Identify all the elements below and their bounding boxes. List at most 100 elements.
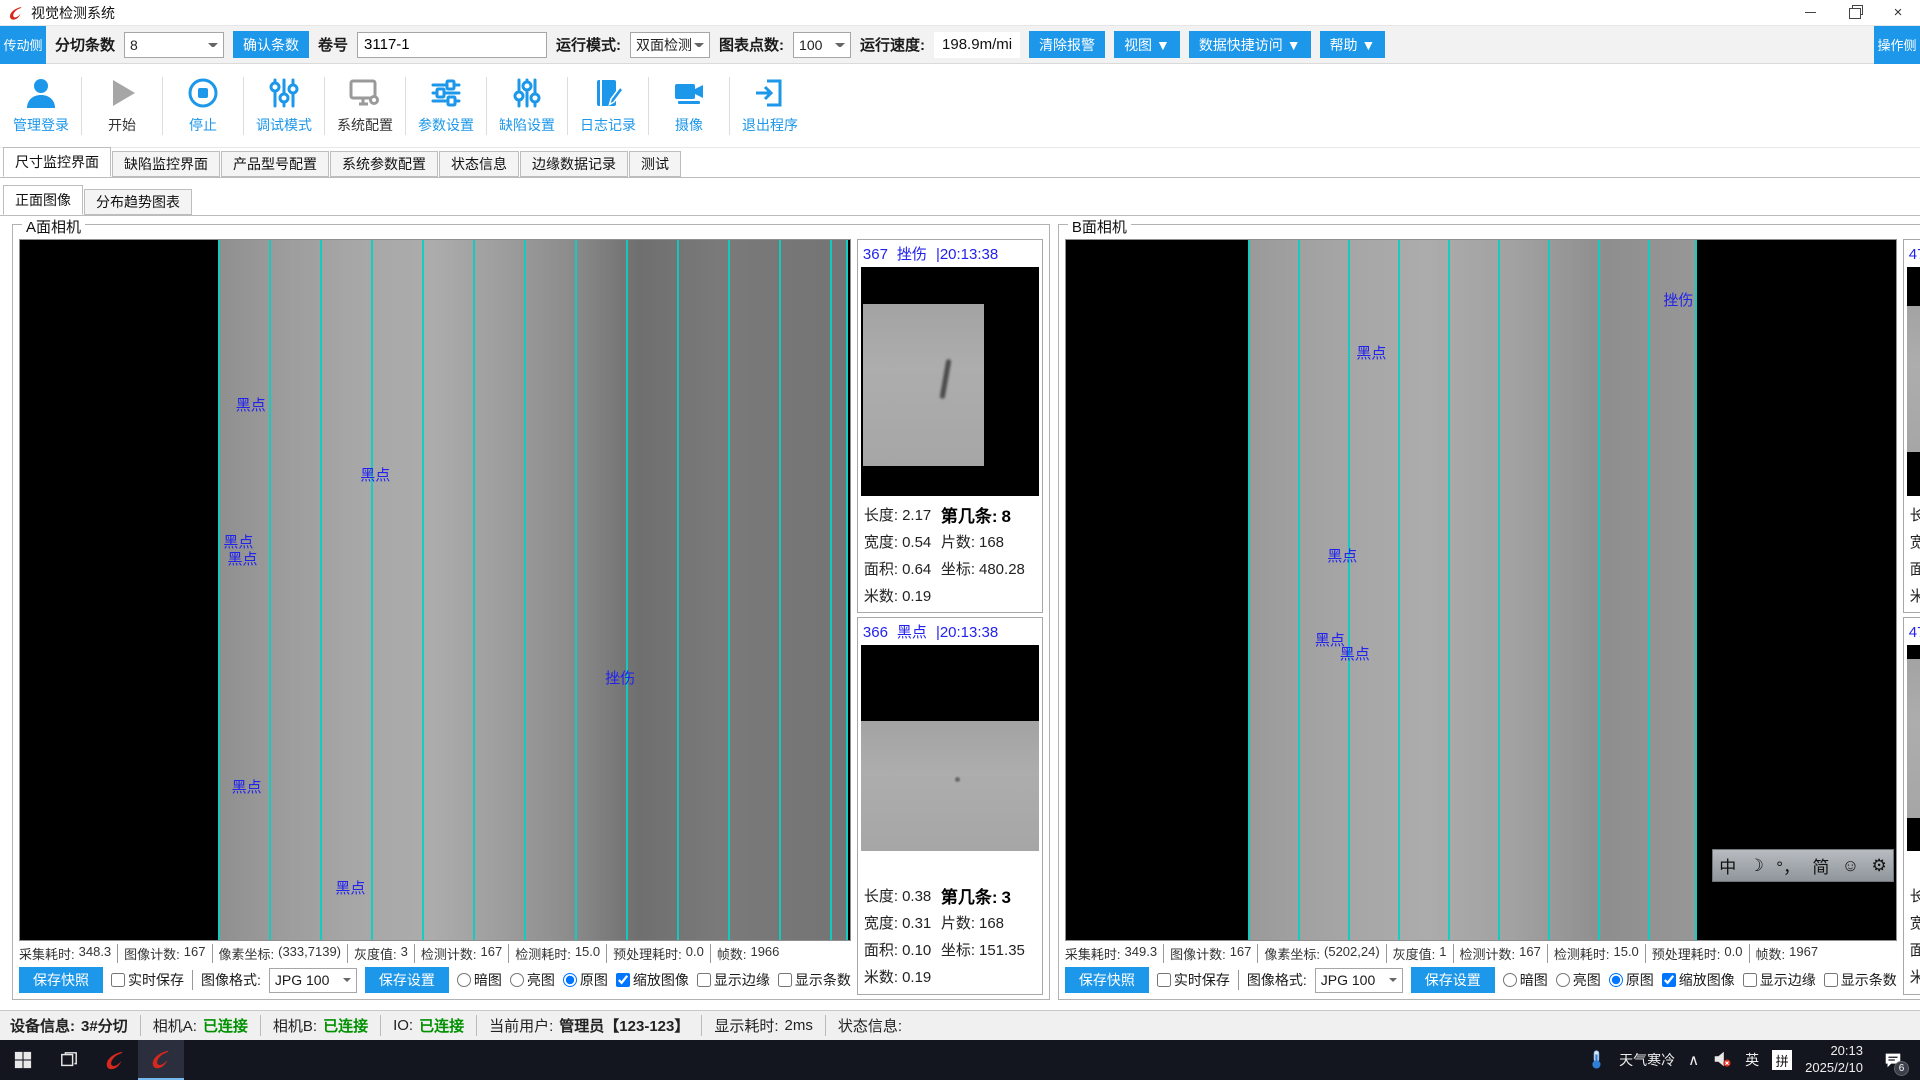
action-center-button[interactable]: 6 xyxy=(1876,1040,1910,1080)
original-image-radio[interactable]: 原图 xyxy=(1609,970,1654,990)
camera-a-stats: 采集耗时:348.3图像计数:167像素坐标:(333,7139)灰度值:3检测… xyxy=(19,943,851,963)
ime-item[interactable]: ⚙ xyxy=(1871,856,1886,876)
app-logo-icon[interactable] xyxy=(138,1040,184,1080)
tab-系统参数配置[interactable]: 系统参数配置 xyxy=(330,151,438,177)
volume-muted-icon[interactable] xyxy=(1712,1049,1732,1072)
zoom-image-checkbox[interactable]: 缩放图像 xyxy=(1662,970,1735,990)
field-label: 米数: xyxy=(1910,969,1920,986)
play-icon xyxy=(105,76,139,110)
ribbon-log-button[interactable]: 日志记录 xyxy=(571,76,645,135)
field-label: 米数: xyxy=(864,588,898,605)
stat-label: 预处理耗时: xyxy=(1652,944,1721,963)
camera-b-controls: 保存快照 实时保存 图像格式: JPG 100 保存设置 暗图 亮图 原图 缩放… xyxy=(1065,965,1897,995)
show-edge-checkbox[interactable]: 显示边缘 xyxy=(697,970,770,990)
app-logo-icon[interactable] xyxy=(92,1040,138,1080)
camera-a-image: 黑点黑点黑点黑点挫伤黑点黑点 xyxy=(19,239,851,941)
bright-image-radio[interactable]: 亮图 xyxy=(1556,970,1601,990)
original-image-radio[interactable]: 原图 xyxy=(563,970,608,990)
ime-item[interactable]: ☽ xyxy=(1749,856,1764,876)
ribbon-label: 系统配置 xyxy=(337,115,393,135)
tab-分布趋势图表[interactable]: 分布趋势图表 xyxy=(84,189,192,215)
dark-image-radio[interactable]: 暗图 xyxy=(457,970,502,990)
help-menu-button[interactable]: 帮助 ▼ xyxy=(1320,31,1386,58)
close-button[interactable]: × xyxy=(1876,0,1920,25)
show-edge-checkbox[interactable]: 显示边缘 xyxy=(1743,970,1816,990)
save-settings-button[interactable]: 保存设置 xyxy=(1411,967,1495,993)
language-indicator[interactable]: 英 xyxy=(1745,1050,1759,1070)
camera-a-group: A面相机 黑点黑点黑点黑点挫伤黑点黑点 采集耗时:348.3图像计数:167像素… xyxy=(12,224,1050,1000)
hidden-icons-chevron[interactable]: ∧ xyxy=(1688,1051,1699,1069)
show-strips-checkbox[interactable]: 显示条数 xyxy=(1824,970,1897,990)
tab-缺陷监控界面[interactable]: 缺陷监控界面 xyxy=(112,151,220,177)
stat-label: 灰度值: xyxy=(1393,944,1436,963)
view-menu-button[interactable]: 视图 ▼ xyxy=(1114,31,1180,58)
confirm-count-button[interactable]: 确认条数 xyxy=(233,31,309,58)
ribbon-defectset-button[interactable]: 缺陷设置 xyxy=(490,76,564,135)
dark-image-radio[interactable]: 暗图 xyxy=(1503,970,1548,990)
stat-value: 0.0 xyxy=(1724,944,1742,963)
realtime-save-checkbox[interactable]: 实时保存 xyxy=(1157,970,1230,990)
field-label: 宽度: xyxy=(1910,915,1920,932)
field-label: 坐标: xyxy=(941,561,975,578)
tab-尺寸监控界面[interactable]: 尺寸监控界面 xyxy=(3,147,111,177)
save-snapshot-button[interactable]: 保存快照 xyxy=(1065,967,1149,993)
operator-side-button[interactable]: 操作侧 xyxy=(1874,26,1920,64)
ribbon-stop-button[interactable]: 停止 xyxy=(166,76,240,135)
taskbar-clock[interactable]: 20:13 2025/2/10 xyxy=(1805,1043,1863,1077)
ribbon-params-button[interactable]: 参数设置 xyxy=(409,76,483,135)
chart-points-select[interactable]: 100 xyxy=(793,32,851,58)
tab-边缘数据记录[interactable]: 边缘数据记录 xyxy=(520,151,628,177)
ime-item[interactable]: 简 xyxy=(1812,853,1829,878)
save-settings-button[interactable]: 保存设置 xyxy=(365,967,449,993)
show-strips-checkbox[interactable]: 显示条数 xyxy=(778,970,851,990)
drive-side-button[interactable]: 传动侧 xyxy=(0,26,46,64)
chevron-down-icon xyxy=(343,978,351,986)
defectset-icon xyxy=(510,76,544,110)
defect-id: 367 xyxy=(863,246,888,263)
stat-item: 像素坐标:(5202,24) xyxy=(1257,944,1379,963)
ribbon-sysconf-button[interactable]: 系统配置 xyxy=(328,76,402,135)
stat-value: 3 xyxy=(401,944,408,963)
image-format-select[interactable]: JPG 100 xyxy=(269,968,357,993)
realtime-save-checkbox[interactable]: 实时保存 xyxy=(111,970,184,990)
weather-text[interactable]: 天气寒冷 xyxy=(1619,1050,1675,1070)
tab-正面图像[interactable]: 正面图像 xyxy=(3,185,83,215)
ime-mode-indicator[interactable]: 拼 xyxy=(1772,1050,1792,1070)
divider xyxy=(729,77,730,135)
ribbon-label: 日志记录 xyxy=(580,115,636,135)
save-snapshot-button[interactable]: 保存快照 xyxy=(19,967,103,993)
roll-input[interactable] xyxy=(357,32,547,58)
ime-item[interactable]: 中 xyxy=(1719,853,1736,878)
defect-field: 第几条:3 xyxy=(941,883,1039,908)
task-view-icon[interactable] xyxy=(46,1040,92,1080)
slit-count-value: 8 xyxy=(130,37,138,53)
ime-item[interactable]: ☺ xyxy=(1842,856,1859,876)
minimize-button[interactable] xyxy=(1788,0,1832,25)
tab-状态信息[interactable]: 状态信息 xyxy=(439,151,519,177)
tab-测试[interactable]: 测试 xyxy=(629,151,681,177)
close-icon: × xyxy=(1894,4,1903,21)
ribbon-exit-button[interactable]: 退出程序 xyxy=(733,76,807,135)
slit-count-select[interactable]: 8 xyxy=(124,32,224,58)
defect-field: 片数:168 xyxy=(941,531,1039,552)
film-strips xyxy=(218,240,849,940)
stat-item: 像素坐标:(333,7139) xyxy=(212,944,342,963)
tab-产品型号配置[interactable]: 产品型号配置 xyxy=(221,151,329,177)
start-icon[interactable] xyxy=(0,1040,46,1080)
ribbon-user-button[interactable]: 管理登录 xyxy=(4,76,78,135)
ime-item[interactable]: °， xyxy=(1776,853,1800,878)
bright-image-radio[interactable]: 亮图 xyxy=(510,970,555,990)
exit-icon xyxy=(753,76,787,110)
zoom-image-checkbox[interactable]: 缩放图像 xyxy=(616,970,689,990)
stat-label: 检测耗时: xyxy=(515,944,571,963)
ribbon-play-button[interactable]: 开始 xyxy=(85,76,159,135)
data-quick-access-button[interactable]: 数据快捷访问 ▼ xyxy=(1189,31,1311,58)
clock-time: 20:13 xyxy=(1830,1043,1863,1058)
ribbon-camera-button[interactable]: 摄像 xyxy=(652,76,726,135)
clear-alarm-button[interactable]: 清除报警 xyxy=(1029,31,1105,58)
restore-button[interactable] xyxy=(1832,0,1876,25)
image-format-select[interactable]: JPG 100 xyxy=(1315,968,1403,993)
run-mode-select[interactable]: 双面检测 xyxy=(630,32,710,58)
ribbon-debug-button[interactable]: 调试模式 xyxy=(247,76,321,135)
thermometer-icon[interactable] xyxy=(1586,1049,1606,1072)
